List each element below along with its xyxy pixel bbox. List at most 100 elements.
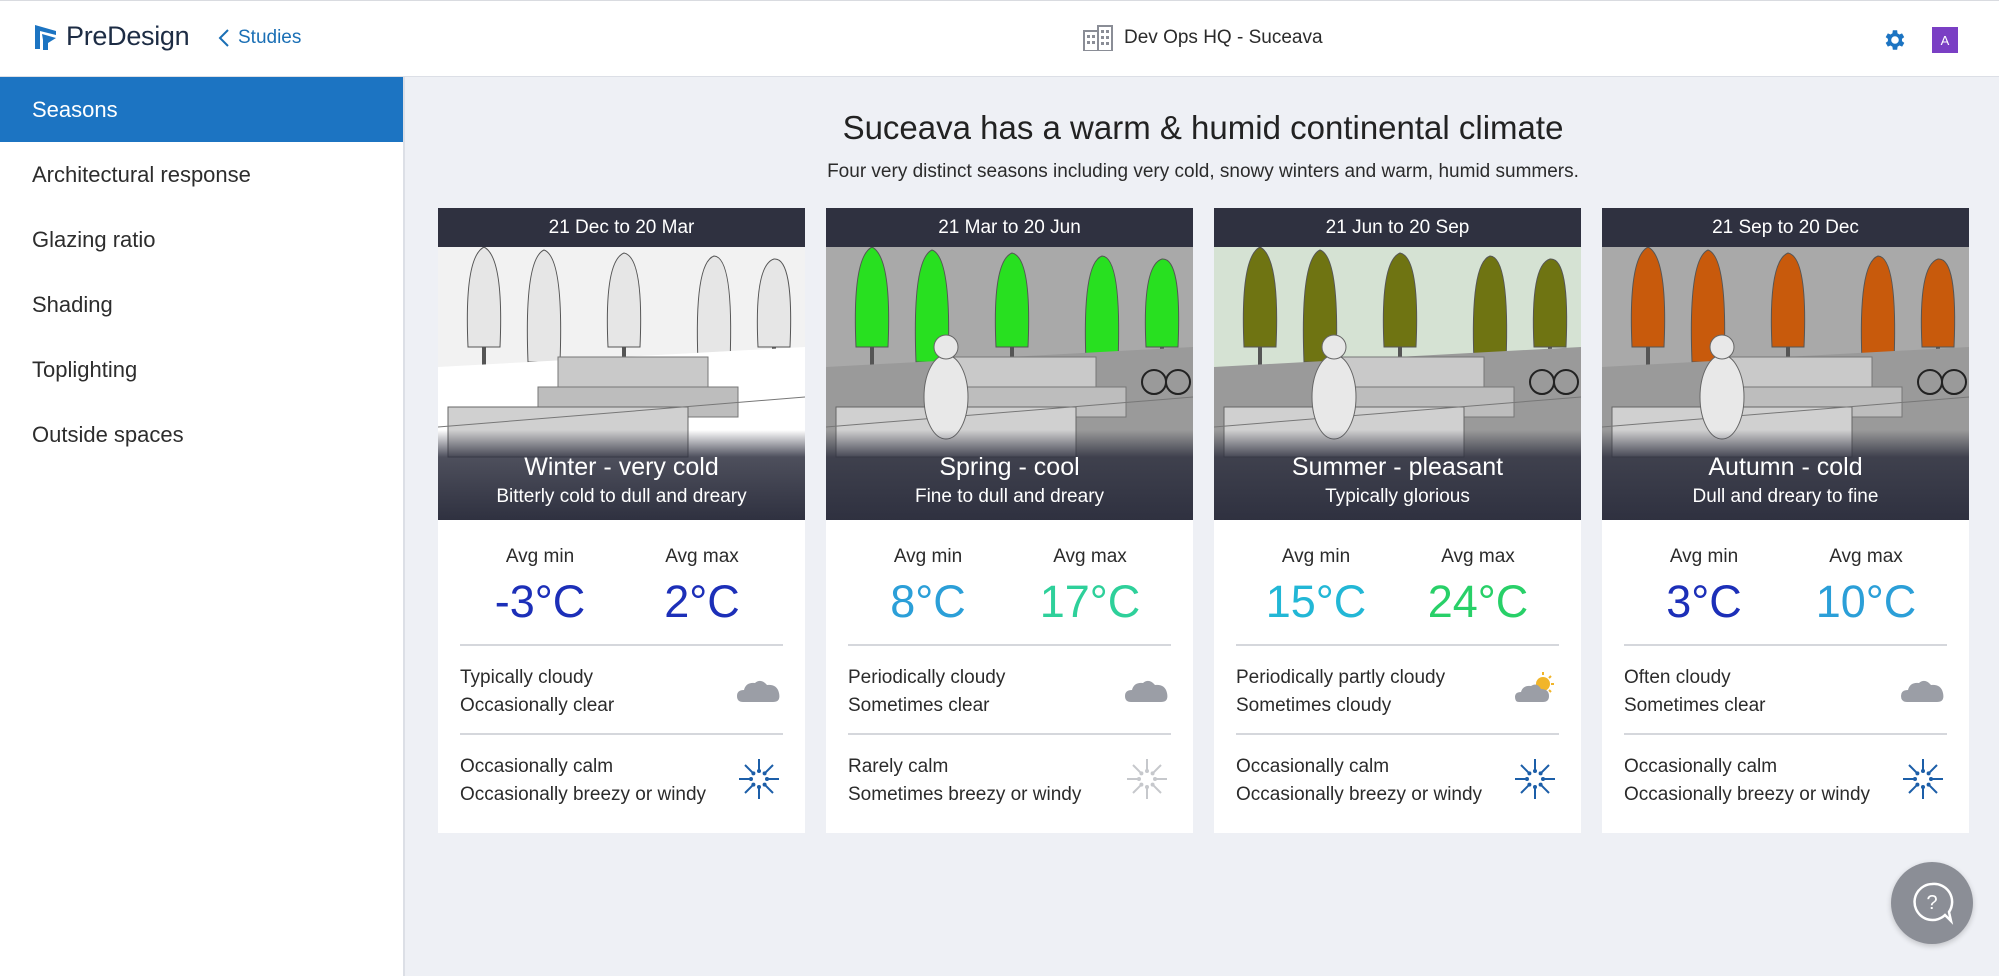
- avg-min-label: Avg min: [1669, 546, 1739, 567]
- help-icon: ?: [1913, 882, 1954, 925]
- avg-min-block: Avg min 3°C: [1634, 546, 1774, 628]
- season-scene: Autumn - cold Dull and dreary to fine: [1602, 247, 1969, 520]
- wind-conditions: Occasionally calm Occasionally breezy or…: [460, 735, 783, 824]
- season-date-range: 21 Dec to 20 Mar: [438, 208, 805, 247]
- predesign-logo-icon: [35, 24, 56, 50]
- wind-text: Occasionally calm Occasionally breezy or…: [1236, 753, 1482, 809]
- season-scene: Summer - pleasant Typically glorious: [1214, 247, 1581, 520]
- wind-conditions: Occasionally calm Occasionally breezy or…: [1236, 735, 1559, 824]
- avg-min-value: 3°C: [1666, 576, 1742, 627]
- sidebar-item-seasons[interactable]: Seasons: [0, 77, 403, 142]
- page-subtitle: Four very distinct seasons including ver…: [827, 161, 1579, 182]
- season-name: Spring - cool: [939, 453, 1080, 481]
- wind-line-2: Occasionally breezy or windy: [1624, 784, 1871, 805]
- sidebar-item-toplighting[interactable]: Toplighting: [0, 337, 403, 402]
- cloud-conditions: Often cloudy Sometimes clear: [1624, 646, 1947, 735]
- avg-min-value: -3°C: [494, 576, 586, 627]
- wind-conditions: Rarely calm Sometimes breezy or windy: [848, 735, 1171, 824]
- season-scene: Spring - cool Fine to dull and dreary: [826, 247, 1193, 520]
- wind-calm-icon: [1515, 759, 1555, 799]
- cloud-conditions: Periodically cloudy Sometimes clear: [848, 646, 1171, 735]
- cloud-line-1: Typically cloudy: [460, 667, 594, 688]
- wind-line-2: Occasionally breezy or windy: [460, 784, 707, 805]
- project-name: Dev Ops HQ - Suceava: [1124, 27, 1323, 48]
- season-name: Summer - pleasant: [1291, 453, 1504, 481]
- season-card: 21 Sep to 20 Dec Autumn - cold Dull and …: [1602, 208, 1969, 833]
- cloud-line-2: Occasionally clear: [460, 695, 615, 716]
- wind-calm-icon: [739, 759, 779, 799]
- cloud-text: Typically cloudy Occasionally clear: [460, 664, 614, 720]
- app-name: PreDesign: [66, 21, 190, 51]
- cloud-text: Periodically partly cloudy Sometimes clo…: [1236, 664, 1445, 720]
- wind-text: Rarely calm Sometimes breezy or windy: [848, 753, 1081, 809]
- wind-line-1: Occasionally calm: [1624, 756, 1778, 777]
- avg-min-label: Avg min: [1281, 546, 1351, 567]
- cloud-line-1: Often cloudy: [1624, 667, 1731, 688]
- chevron-left-icon: [218, 29, 229, 47]
- avg-min-value: 15°C: [1265, 576, 1367, 627]
- gear-icon: [1885, 30, 1905, 50]
- project-title: Dev Ops HQ - Suceava: [1082, 25, 1323, 51]
- svg-text:?: ?: [1926, 892, 1937, 914]
- user-avatar[interactable]: A: [1932, 27, 1958, 53]
- avg-max-label: Avg max: [665, 546, 739, 567]
- cloud-conditions: Periodically partly cloudy Sometimes clo…: [1236, 646, 1559, 735]
- avg-min-label: Avg min: [505, 546, 575, 567]
- cloud-icon: [1125, 680, 1168, 702]
- cloud-icon: [737, 680, 780, 702]
- sidebar-item-shading[interactable]: Shading: [0, 272, 403, 337]
- season-description: Dull and dreary to fine: [1692, 486, 1879, 507]
- sidebar-item-outside-spaces[interactable]: Outside spaces: [0, 402, 403, 467]
- page-title: Suceava has a warm & humid continental c…: [842, 109, 1564, 146]
- avg-max-label: Avg max: [1441, 546, 1515, 567]
- wind-line-2: Occasionally breezy or windy: [1236, 784, 1483, 805]
- avg-max-value: 24°C: [1427, 576, 1529, 627]
- wind-line-2: Sometimes breezy or windy: [848, 784, 1082, 805]
- partly-cloudy-icon: [1515, 672, 1554, 702]
- avg-min-block: Avg min 15°C: [1246, 546, 1386, 628]
- help-button[interactable]: ?: [1891, 862, 1973, 944]
- back-to-studies-link[interactable]: Studies: [218, 27, 301, 49]
- cloud-text: Often cloudy Sometimes clear: [1624, 664, 1766, 720]
- avg-max-value: 2°C: [664, 576, 740, 627]
- avg-max-value: 10°C: [1815, 576, 1917, 627]
- season-card: 21 Mar to 20 Jun Spring - cool Fine to d…: [826, 208, 1193, 833]
- wind-line-1: Rarely calm: [848, 756, 949, 777]
- cloud-icon: [1901, 680, 1944, 702]
- cloud-line-2: Sometimes clear: [848, 695, 990, 716]
- wind-calm-faded-icon: [1127, 759, 1167, 799]
- wind-line-1: Occasionally calm: [1236, 756, 1390, 777]
- avg-max-block: Avg max 2°C: [632, 546, 772, 628]
- sidebar-item-glazing-ratio[interactable]: Glazing ratio: [0, 207, 403, 272]
- avg-max-label: Avg max: [1053, 546, 1127, 567]
- season-description: Typically glorious: [1325, 486, 1470, 507]
- avg-min-label: Avg min: [893, 546, 963, 567]
- avg-min-block: Avg min 8°C: [858, 546, 998, 628]
- temperature-row: Avg min -3°C Avg max 2°C: [460, 520, 783, 646]
- season-card: 21 Dec to 20 Mar Winter - very cold Bitt…: [438, 208, 805, 833]
- settings-button[interactable]: [1882, 27, 1908, 58]
- cloud-line-2: Sometimes cloudy: [1236, 695, 1392, 716]
- sidebar-item-architectural-response[interactable]: Architectural response: [0, 142, 403, 207]
- app-logo[interactable]: PreDesign: [32, 21, 190, 52]
- temperature-row: Avg min 8°C Avg max 17°C: [848, 520, 1171, 646]
- season-description: Fine to dull and dreary: [914, 486, 1105, 507]
- avg-min-value: 8°C: [890, 576, 966, 627]
- building-icon: [1083, 25, 1113, 51]
- back-link-label: Studies: [238, 27, 302, 48]
- top-bar: PreDesign Studies Dev Ops HQ - Suceava A: [0, 0, 1999, 77]
- season-date-range: 21 Sep to 20 Dec: [1602, 208, 1969, 247]
- avg-min-block: Avg min -3°C: [470, 546, 610, 628]
- season-card: 21 Jun to 20 Sep Summer - pleasant Typic…: [1214, 208, 1581, 833]
- season-name: Autumn - cold: [1708, 453, 1863, 481]
- avg-max-block: Avg max 24°C: [1408, 546, 1548, 628]
- wind-line-1: Occasionally calm: [460, 756, 614, 777]
- cloud-line-2: Sometimes clear: [1624, 695, 1766, 716]
- avg-max-block: Avg max 17°C: [1020, 546, 1160, 628]
- temperature-row: Avg min 3°C Avg max 10°C: [1624, 520, 1947, 646]
- cloud-text: Periodically cloudy Sometimes clear: [848, 664, 1005, 720]
- temperature-row: Avg min 15°C Avg max 24°C: [1236, 520, 1559, 646]
- season-name: Winter - very cold: [524, 453, 719, 481]
- season-scene: Winter - very cold Bitterly cold to dull…: [438, 247, 805, 520]
- cloud-line-1: Periodically partly cloudy: [1236, 667, 1446, 688]
